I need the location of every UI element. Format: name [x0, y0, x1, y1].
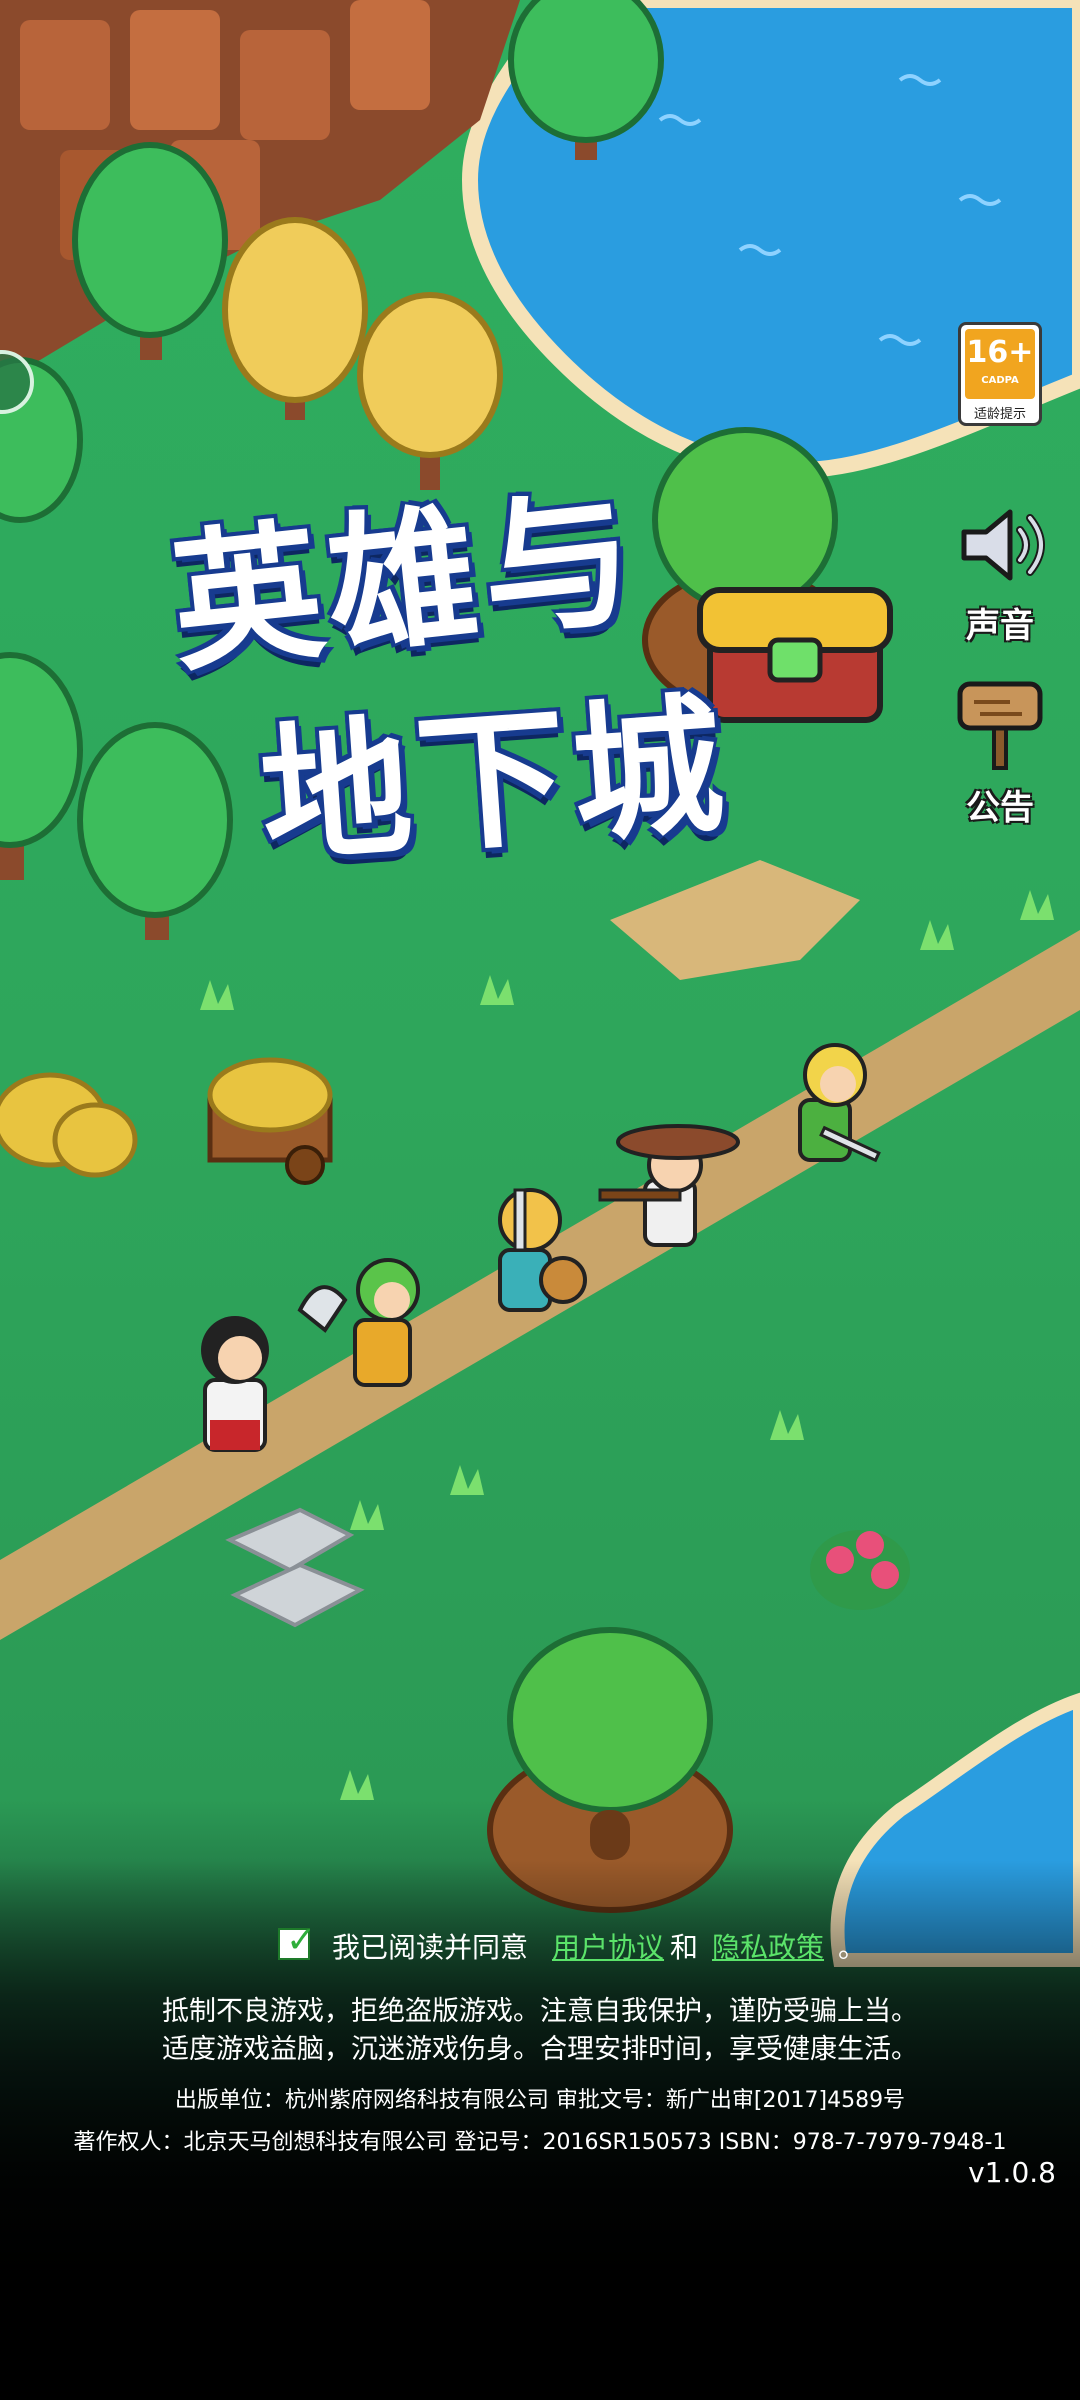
agreement-row: ✓ 我已阅读并同意 用户协议 和 隐私政策 。: [0, 1920, 1080, 1976]
age-rating-badge[interactable]: 16+ CADPA 适龄提示: [958, 322, 1042, 426]
notice-button[interactable]: 公告: [945, 672, 1055, 829]
stepping-stones: [225, 1507, 365, 1628]
agreement-prefix: 我已阅读并同意: [332, 1931, 529, 1964]
game-title-logo: 英雄与 地下城: [150, 440, 930, 885]
flower-bush: [810, 1530, 910, 1610]
version-label: v1.0.8: [968, 2156, 1056, 2189]
agreement-checkbox[interactable]: ✓: [278, 1920, 316, 1961]
speaker-icon: [961, 509, 1045, 581]
agreement-and: 和: [670, 1931, 699, 1964]
title-line-2: 地下城: [255, 678, 735, 886]
hero-axe-warrior: [297, 1258, 420, 1387]
privacy-policy-link[interactable]: 隐私政策: [712, 1926, 824, 1966]
signboard-icon: [957, 681, 1043, 770]
age-rating-number: 16+: [966, 335, 1034, 370]
hay-cart: [207, 1057, 333, 1185]
health-notice: 抵制不良游戏，拒绝盗版游戏。注意自我保护，谨防受骗上当。 适度游戏益脑，沉迷游戏…: [0, 1993, 1080, 2069]
sound-label: 声音: [966, 606, 1034, 646]
health-notice-line-1: 抵制不良游戏，拒绝盗版游戏。注意自我保护，谨防受骗上当。: [162, 1996, 918, 2027]
copyright-info: 著作权人：北京天马创想科技有限公司 登记号：2016SR150573 ISBN：…: [73, 2130, 1007, 2155]
age-rating-org: CADPA: [981, 375, 1019, 386]
agreement-suffix: 。: [838, 1931, 867, 1964]
hay-bales: [0, 1072, 138, 1178]
publisher-info: 出版单位：杭州紫府网络科技有限公司 审批文号：新广出审[2017]4589号: [174, 2088, 906, 2113]
age-rating-hint: 适龄提示: [973, 407, 1026, 422]
sound-button[interactable]: 声音: [945, 500, 1055, 647]
user-agreement-link[interactable]: 用户协议: [552, 1926, 664, 1966]
hero-archer-girl: [201, 1316, 269, 1452]
notice-label: 公告: [966, 788, 1034, 828]
checkmark-icon: ✓: [286, 1920, 317, 1961]
game-launch-screen: 英雄与 地下城 16+ CADPA 适龄提示 声音 公告 ✓ 我已阅读并同意 用…: [0, 0, 1080, 2400]
health-notice-line-2: 适度游戏益脑，沉迷游戏伤身。合理安排时间，享受健康生活。: [162, 2034, 918, 2065]
